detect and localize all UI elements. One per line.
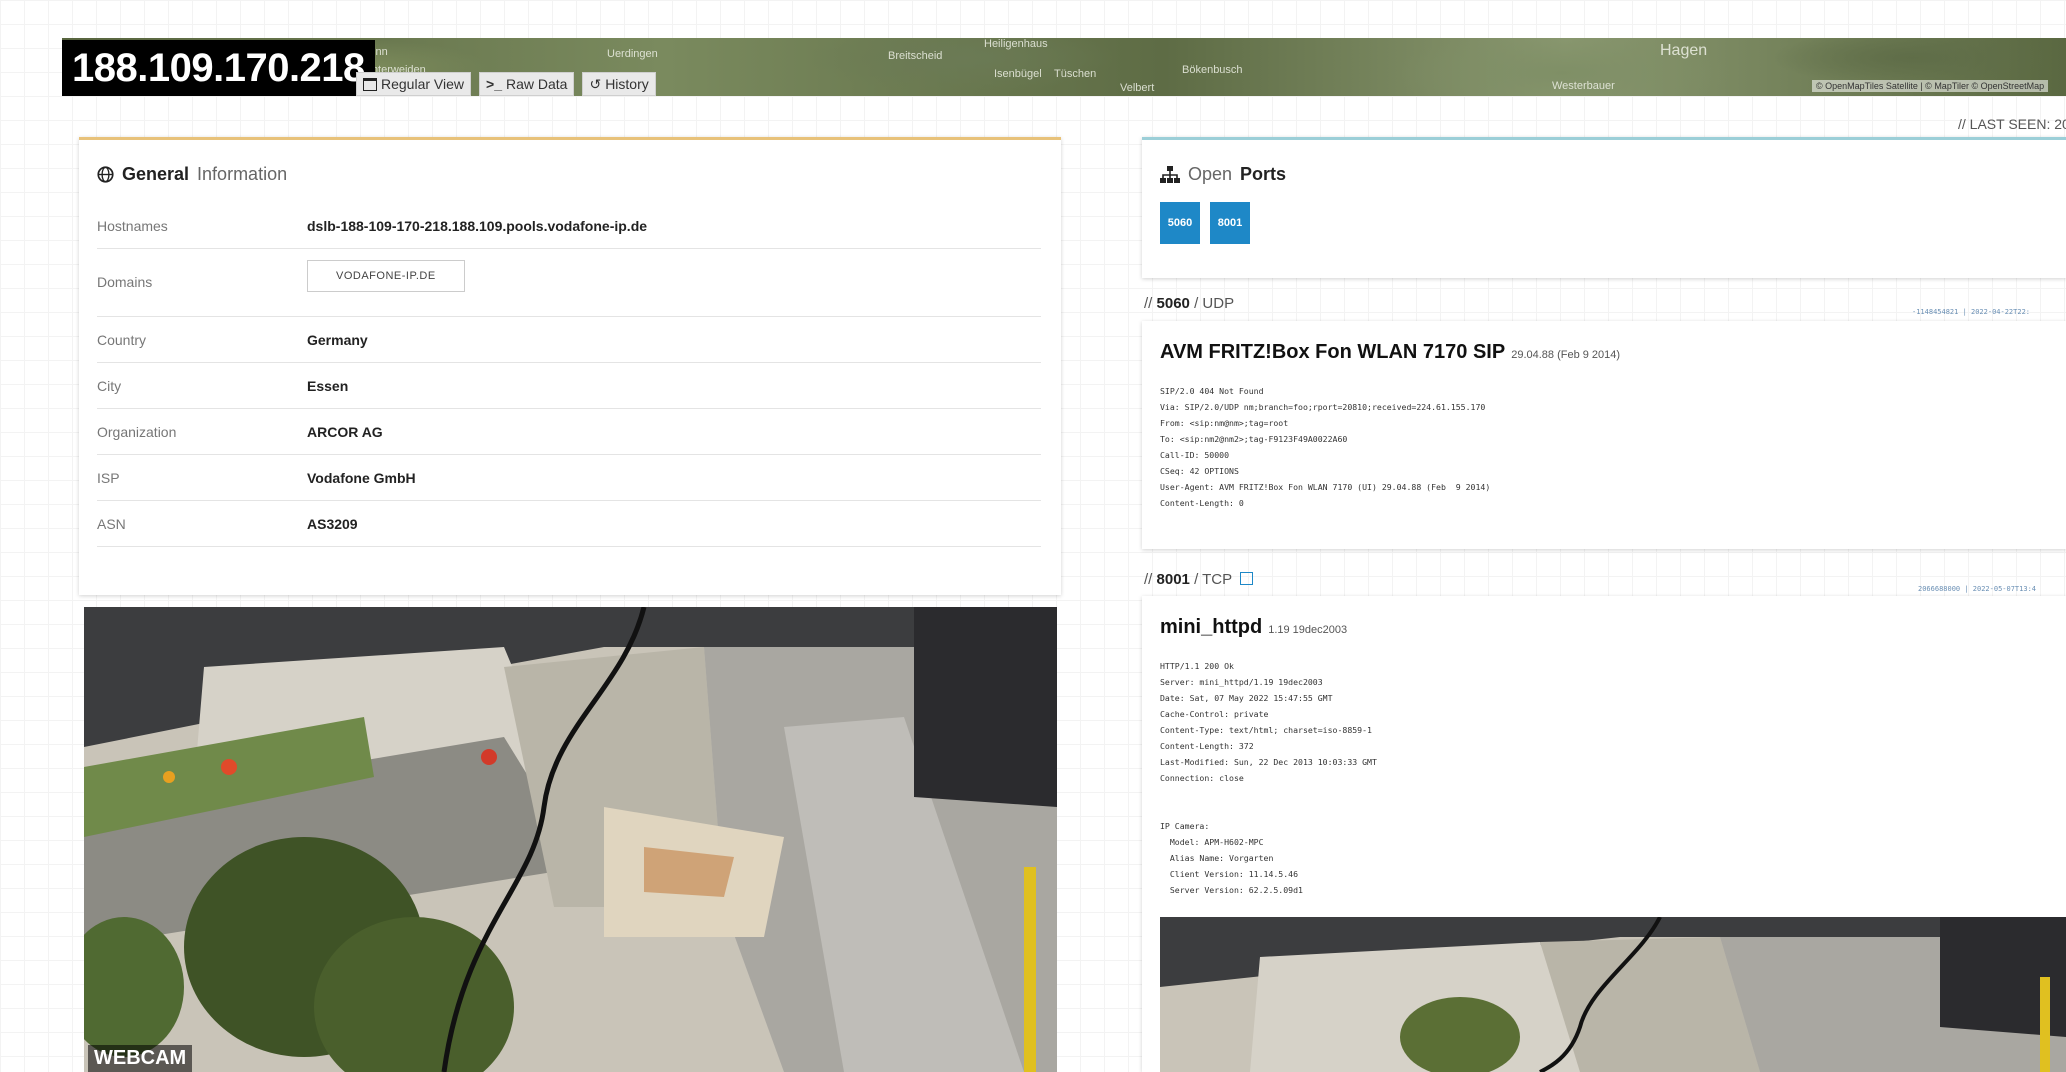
service-prefix: //: [1144, 295, 1153, 312]
last-seen: // LAST SEEN: 20: [1958, 116, 2066, 132]
service-card-5060: AVM FRITZ!Box Fon WLAN 7170 SIP 29.04.88 …: [1142, 321, 2066, 549]
tab-raw-data[interactable]: >_ Raw Data: [479, 72, 575, 96]
map-credits[interactable]: © OpenMapTiles Satellite | © MapTiler © …: [1812, 80, 2049, 92]
service-version: 29.04.88 (Feb 9 2014): [1511, 349, 1621, 361]
service-banner: HTTP/1.1 200 Ok Server: mini_httpd/1.19 …: [1160, 661, 1377, 895]
service-proto: / UDP: [1194, 295, 1235, 312]
tab-history[interactable]: ↺ History: [582, 72, 656, 96]
isp-value: Vodafone GmbH: [307, 470, 416, 486]
service-port: 8001: [1156, 571, 1190, 588]
service-product: mini_httpd: [1160, 616, 1263, 638]
info-row-asn: ASN AS3209: [97, 500, 1041, 547]
globe-icon: [97, 166, 114, 183]
history-icon: ↺: [589, 76, 602, 92]
map-label: Isenbügel: [994, 68, 1042, 80]
info-key: City: [97, 378, 122, 394]
domain-tag[interactable]: VODAFONE-IP.DE: [307, 260, 465, 292]
general-information-card: General Information Hostnames dslb-188-1…: [79, 137, 1061, 595]
service-banner: SIP/2.0 404 Not Found Via: SIP/2.0/UDP n…: [1160, 386, 1491, 508]
service-version: 1.19 19dec2003: [1268, 624, 1348, 636]
map-label: Tüschen: [1054, 68, 1097, 80]
terminal-icon: >_: [486, 76, 502, 92]
info-row-domains: Domains VODAFONE-IP.DE: [97, 248, 1041, 317]
sitemap-icon: [1160, 165, 1180, 183]
tab-regular-view[interactable]: Regular View: [356, 72, 472, 96]
info-row-city: City Essen: [97, 362, 1041, 409]
webcam-label: WEBCAM: [88, 1045, 193, 1072]
info-key: Country: [97, 332, 147, 348]
external-link-icon[interactable]: [1240, 572, 1254, 585]
service-port: 5060: [1156, 295, 1190, 312]
tab-label: Raw Data: [505, 76, 568, 92]
open-ports-card: Open Ports 5060 8001: [1142, 137, 2066, 278]
hostname-value[interactable]: dslb-188-109-170-218.188.109.pools.vodaf…: [307, 218, 647, 234]
city-value: Essen: [307, 378, 349, 394]
service-proto: / TCP: [1194, 571, 1232, 588]
service-meta: 2066688000 | 2022-05-07T13:4: [1918, 585, 2037, 593]
info-key: ISP: [97, 470, 120, 486]
service-screenshot[interactable]: [1160, 917, 2066, 1072]
card-title: General Information: [97, 164, 287, 185]
ip-address-title: 188.109.170.218: [62, 40, 375, 96]
title-bold: General: [122, 164, 190, 184]
map-label: Hagen: [1660, 42, 1708, 59]
view-tabs: Regular View >_ Raw Data ↺ History: [356, 72, 656, 96]
port-badge-8001[interactable]: 8001: [1210, 202, 1250, 244]
title-light: Information: [197, 164, 288, 184]
service-heading-8001: // 8001 / TCP: [1144, 571, 1254, 588]
tab-label: Regular View: [381, 76, 465, 92]
service-title: AVM FRITZ!Box Fon WLAN 7170 SIP 29.04.88 …: [1160, 341, 1620, 364]
card-title: Open Ports: [1160, 164, 1286, 185]
info-row-country: Country Germany: [97, 316, 1041, 363]
title-light: Open: [1188, 164, 1233, 184]
service-heading-5060: // 5060 / UDP: [1144, 295, 1234, 312]
service-title: mini_httpd 1.19 19dec2003: [1160, 616, 1347, 639]
title-bold: Ports: [1240, 164, 1287, 184]
map-label: Velbert: [1120, 82, 1155, 94]
info-key: Organization: [97, 424, 177, 440]
webcam-screenshot[interactable]: WEBCAM: [84, 607, 1057, 1072]
screenshot-image: [1160, 917, 2066, 1072]
window-icon: [363, 77, 377, 91]
map-label: Westerbauer: [1552, 80, 1615, 92]
map-label: Uerdingen: [607, 48, 658, 60]
service-meta: -1148454821 | 2022-04-22T22:: [1912, 308, 2031, 316]
map-label: Bökenbusch: [1182, 64, 1243, 76]
organization-value: ARCOR AG: [307, 424, 383, 440]
info-row-isp: ISP Vodafone GmbH: [97, 454, 1041, 501]
tab-label: History: [605, 76, 649, 92]
info-key: ASN: [97, 516, 126, 532]
asn-value: AS3209: [307, 516, 358, 532]
map-label: Heiligenhaus: [984, 38, 1048, 50]
port-badge-5060[interactable]: 5060: [1160, 202, 1200, 244]
info-key: Domains: [97, 274, 153, 290]
info-key: Hostnames: [97, 218, 168, 234]
map-label: Breitscheid: [888, 50, 943, 62]
service-prefix: //: [1144, 571, 1153, 588]
service-product: AVM FRITZ!Box Fon WLAN 7170 SIP: [1160, 341, 1506, 363]
info-row-hostnames: Hostnames dslb-188-109-170-218.188.109.p…: [97, 202, 1041, 249]
webcam-image: [84, 607, 1057, 1072]
country-value: Germany: [307, 332, 368, 348]
info-row-organization: Organization ARCOR AG: [97, 408, 1041, 455]
